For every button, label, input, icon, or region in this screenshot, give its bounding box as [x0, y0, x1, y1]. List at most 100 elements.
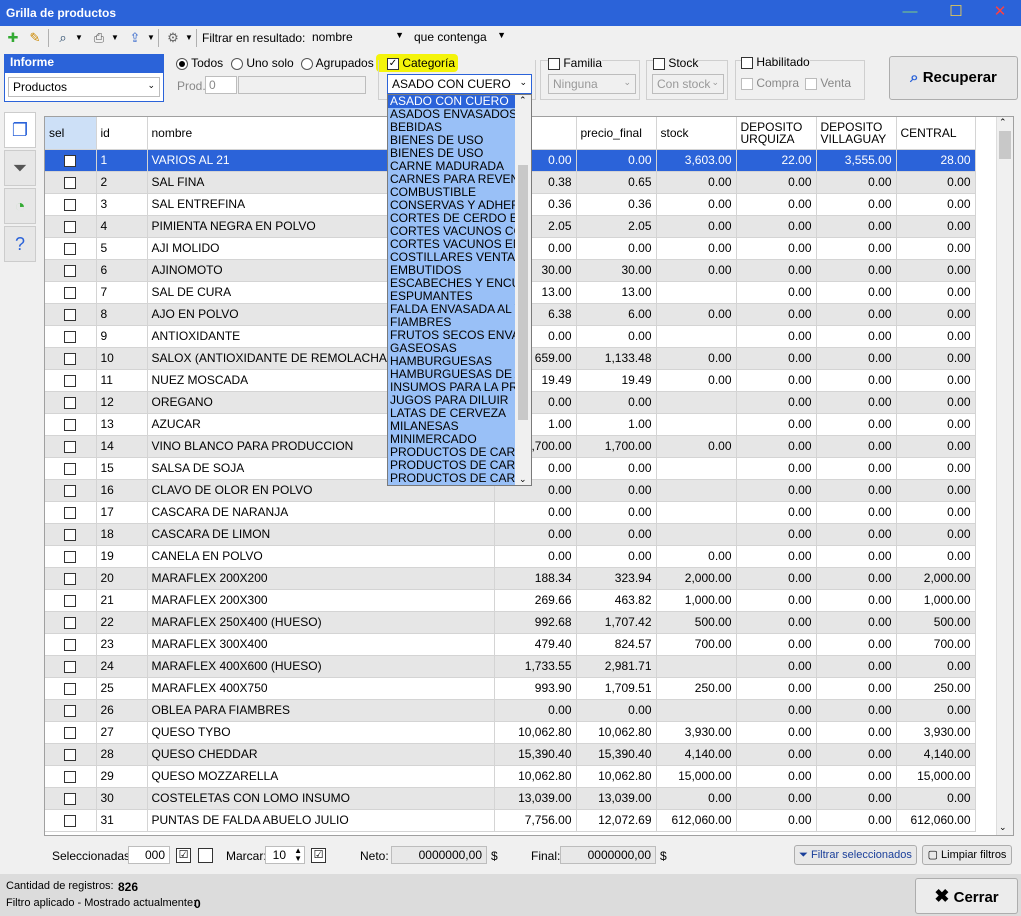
table-row[interactable]: 19 CANELA EN POLVO 0.00 0.00 0.00 0.00 0.00 0.0…	[45, 545, 976, 568]
column-header[interactable]: precio_final	[576, 117, 657, 150]
table-row[interactable]: 27 QUESO TYBO 10,062.80 10,062.80 3,930.00 0.…	[45, 721, 976, 744]
categoria-option[interactable]: ESPUMANTES	[388, 290, 516, 303]
familia-select[interactable]: Ninguna ⌄	[548, 74, 636, 94]
windows-icon[interactable]: ❐	[4, 112, 36, 148]
categoria-option[interactable]: BIENES DE USO	[388, 134, 516, 147]
table-row[interactable]: 31 PUNTAS DE FALDA ABUELO JULIO 7,756.00 12…	[45, 809, 976, 832]
table-row[interactable]: 22 MARAFLEX 250X400 (HUESO) 992.68 1,707.42…	[45, 611, 976, 634]
categoria-option[interactable]: COSTILLARES VENTANA	[388, 251, 516, 264]
table-row[interactable]: 25 MARAFLEX 400X750 993.90 1,709.51 250.00 0.…	[45, 677, 976, 700]
categoria-option[interactable]: ESCABECHES Y ENCURTIDOS	[388, 277, 516, 290]
stock-checkbox[interactable]: Stock	[653, 56, 699, 70]
row-select-cell[interactable]	[45, 391, 97, 414]
column-header[interactable]: CENTRAL	[896, 117, 976, 150]
filtrar-seleccionados-button[interactable]: ⏷ Filtrar seleccionados	[794, 845, 917, 865]
categoria-option[interactable]: PRODUCTOS DE CARNE	[388, 446, 516, 459]
help-icon[interactable]: ?	[4, 226, 36, 262]
categoria-option[interactable]: CORTES VACUNOS ENVASADOS	[388, 238, 516, 251]
chevron-down-icon[interactable]: ▼	[106, 29, 124, 47]
row-select-cell[interactable]	[45, 457, 97, 480]
row-select-cell[interactable]	[45, 567, 97, 590]
row-checkbox[interactable]	[64, 638, 77, 651]
row-select-cell[interactable]	[45, 215, 97, 238]
row-checkbox[interactable]	[64, 748, 77, 761]
new-icon[interactable]: ✚	[4, 29, 22, 47]
row-checkbox[interactable]	[64, 242, 77, 255]
row-select-cell[interactable]	[45, 721, 97, 744]
row-select-cell[interactable]	[45, 633, 97, 656]
row-checkbox[interactable]	[64, 198, 77, 211]
column-header[interactable]: id	[96, 117, 148, 150]
scroll-thumb[interactable]	[999, 131, 1011, 159]
categoria-option[interactable]: BIENES DE USO	[388, 147, 516, 160]
table-row[interactable]: 21 MARAFLEX 200X300 269.66 463.82 1,000.00 0.…	[45, 589, 976, 612]
categoria-option[interactable]: HAMBURGUESAS DE ALITA	[388, 368, 516, 381]
table-row[interactable]: 17 CASCARA DE NARANJA 0.00 0.00 0.00 0.00 0.00	[45, 501, 976, 524]
categoria-option[interactable]: PRODUCTOS DE CARNE	[388, 472, 516, 485]
row-checkbox[interactable]	[64, 770, 77, 783]
categoria-option[interactable]: INSUMOS PARA LA PRODUCCION	[388, 381, 516, 394]
maximize-button[interactable]: ☐	[933, 0, 979, 26]
row-select-cell[interactable]	[45, 501, 97, 524]
scroll-down-icon[interactable]: ⌄	[999, 822, 1007, 833]
categoria-option[interactable]: CORTES DE CERDO ENVASADOS	[388, 212, 516, 225]
categoria-option[interactable]: ASADOS ENVASADOS AL VACIO	[388, 108, 516, 121]
table-row[interactable]: 30 COSTELETAS CON LOMO INSUMO 13,039.00 13,…	[45, 787, 976, 810]
habilitado-checkbox[interactable]: Habilitado	[741, 55, 810, 69]
familia-checkbox[interactable]: Familia	[548, 56, 603, 70]
filter-icon[interactable]: ⏷	[4, 150, 36, 186]
categoria-option[interactable]: BEBIDAS	[388, 121, 516, 134]
categoria-option[interactable]: MINIMERCADO	[388, 433, 516, 446]
row-select-cell[interactable]	[45, 413, 97, 436]
scroll-up-icon[interactable]: ⌃	[519, 95, 527, 106]
categoria-select[interactable]: ASADO CON CUERO ⌄	[387, 74, 532, 94]
table-row[interactable]: 20 MARAFLEX 200X200 188.34 323.94 2,000.00 0.…	[45, 567, 976, 590]
column-header[interactable]: DEPOSITO VILLAGUAY	[816, 117, 897, 150]
row-checkbox[interactable]	[64, 176, 77, 189]
categoria-option[interactable]: FALDA ENVASADA AL VACIO	[388, 303, 516, 316]
row-select-cell[interactable]	[45, 369, 97, 392]
row-checkbox[interactable]	[64, 704, 77, 717]
limpiar-filtros-button[interactable]: ▢ Limpiar filtros	[922, 845, 1012, 865]
row-checkbox[interactable]	[64, 330, 77, 343]
close-window-button[interactable]: ✕	[977, 0, 1021, 26]
marcar-stepper[interactable]: 10 ▲ ▼	[265, 846, 305, 864]
row-checkbox[interactable]	[64, 286, 77, 299]
cerrar-button[interactable]: ✖ Cerrar	[915, 878, 1018, 914]
row-checkbox[interactable]	[64, 550, 77, 563]
edit-icon[interactable]: ✎	[26, 29, 44, 47]
categoria-option[interactable]: ASADO CON CUERO	[388, 95, 516, 108]
row-checkbox[interactable]	[64, 682, 77, 695]
row-select-cell[interactable]	[45, 149, 97, 172]
row-select-cell[interactable]	[45, 435, 97, 458]
categoria-option[interactable]: COMBUSTIBLE	[388, 186, 516, 199]
table-row[interactable]: 29 QUESO MOZZARELLA 10,062.80 10,062.80 15,0…	[45, 765, 976, 788]
row-select-cell[interactable]	[45, 545, 97, 568]
pie-chart-icon[interactable]: ◔	[4, 188, 36, 224]
select-all-check-icon[interactable]: ☑	[176, 848, 191, 863]
categoria-option[interactable]: EMBUTIDOS	[388, 264, 516, 277]
radio-agrupados[interactable]: Agrupados	[301, 56, 374, 70]
row-checkbox[interactable]	[64, 506, 77, 519]
categoria-option[interactable]: FIAMBRES	[388, 316, 516, 329]
table-row[interactable]: 28 QUESO CHEDDAR 15,390.40 15,390.40 4,140.0…	[45, 743, 976, 766]
stepper-arrows-icon[interactable]: ▲ ▼	[294, 847, 302, 863]
categoria-option[interactable]: GASEOSAS	[388, 342, 516, 355]
categoria-option[interactable]: HAMBURGUESAS	[388, 355, 516, 368]
column-header[interactable]: stock	[656, 117, 737, 150]
row-select-cell[interactable]	[45, 237, 97, 260]
categoria-option[interactable]: LATAS DE CERVEZA	[388, 407, 516, 420]
grid-scrollbar[interactable]: ⌃ ⌄	[996, 117, 1013, 835]
row-select-cell[interactable]	[45, 303, 97, 326]
categoria-dropdown-list[interactable]: ASADO CON CUEROASADOS ENVASADOS AL VACIO…	[387, 94, 532, 486]
row-select-cell[interactable]	[45, 281, 97, 304]
dropdown-scrollbar[interactable]: ⌃ ⌄	[515, 95, 531, 485]
row-select-cell[interactable]	[45, 479, 97, 502]
row-checkbox[interactable]	[64, 726, 77, 739]
scroll-down-icon[interactable]: ⌄	[519, 474, 527, 485]
categoria-option[interactable]: PRODUCTOS DE CARNE	[388, 459, 516, 472]
row-select-cell[interactable]	[45, 743, 97, 766]
row-checkbox[interactable]	[64, 440, 77, 453]
filter-field-select[interactable]: nombre ▼	[308, 28, 408, 48]
row-checkbox[interactable]	[64, 814, 77, 827]
